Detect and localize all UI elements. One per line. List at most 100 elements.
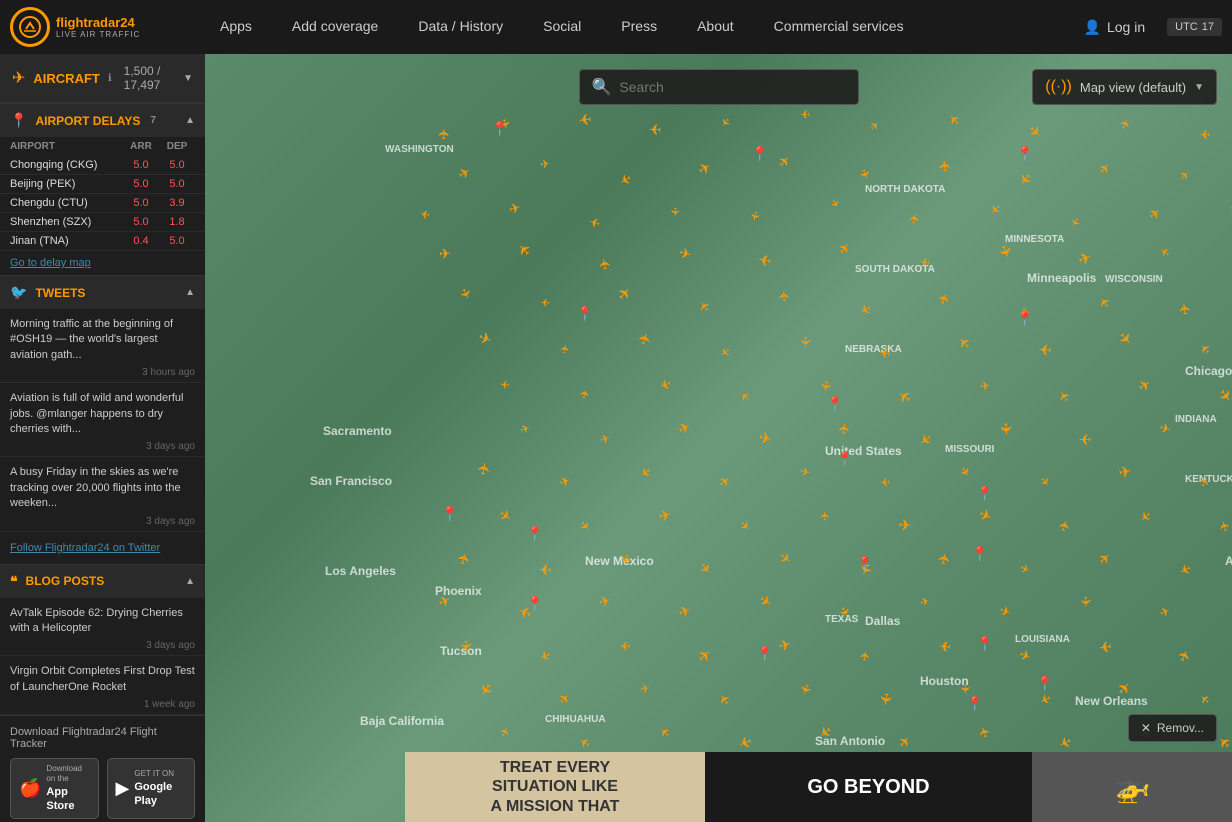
aircraft-label: AIRCRAFT [33,71,99,86]
login-label: Log in [1107,19,1145,35]
follow-twitter-link[interactable]: Follow Flightradar24 on Twitter [10,542,160,554]
aircraft-count: 1,500 / 17,497 [124,64,175,92]
delay-row[interactable]: Beijing (PEK) 5.0 5.0 [0,175,205,194]
user-icon: 👤 [1084,19,1101,36]
delay-row[interactable]: Jinan (TNA) 0.4 5.0 [0,232,205,251]
nav-social[interactable]: Social [523,0,601,54]
aircraft-info-icon: ℹ [108,73,112,84]
tweets-section: Morning traffic at the beginning of #OSH… [0,309,205,564]
map-search-container: 🔍 [579,69,859,105]
nav-about[interactable]: About [677,0,754,54]
blog-title[interactable]: Virgin Orbit Completes First Drop Test o… [10,664,195,695]
brand-name: flightradar24 [56,15,140,31]
google-play-name: Google Play [134,780,186,809]
app-store-name: App Store [46,785,89,814]
main-nav: Apps Add coverage Data / History Social … [200,0,1072,54]
logo[interactable]: flightradar24 LIVE AIR TRAFFIC [0,0,200,54]
search-box[interactable]: 🔍 [579,69,859,105]
twitter-icon: 🐦 [10,284,27,301]
app-store-text: Download on the App Store [46,764,89,813]
nav-commercial[interactable]: Commercial services [754,0,924,54]
delay-row[interactable]: Chongqing (CKG) 5.0 5.0 [0,156,205,175]
sidebar: ✈ AIRCRAFT ℹ 1,500 / 17,497 ▼ 📍 AIRPORT … [0,54,205,822]
search-input[interactable] [619,79,845,95]
aircraft-section-header[interactable]: ✈ AIRCRAFT ℹ 1,500 / 17,497 ▼ [0,54,205,103]
nav-add-coverage[interactable]: Add coverage [272,0,398,54]
remove-button[interactable]: ✕ Remov... [1128,714,1217,742]
tweet-time: 3 days ago [10,441,195,452]
arr-delay: 5.0 [123,216,159,228]
arr-delay: 0.4 [123,235,159,247]
tweets-label: TWEETS [35,286,85,300]
delay-row[interactable]: Shenzhen (SZX) 5.0 1.8 [0,213,205,232]
arr-delay: 5.0 [123,178,159,190]
blog-posts-header[interactable]: ❝ BLOG POSTS ▲ [0,564,205,598]
airport-delays-header[interactable]: 📍 AIRPORT DELAYS 7 ▲ [0,103,205,137]
blog-posts-label: BLOG POSTS [26,574,105,588]
airport-name: Beijing (PEK) [10,178,123,190]
delay-map-link[interactable]: Go to delay map [10,257,91,269]
header: flightradar24 LIVE AIR TRAFFIC Apps Add … [0,0,1232,54]
logo-text-block: flightradar24 LIVE AIR TRAFFIC [56,15,140,40]
delay-table: AIRPORT ARR DEP Chongqing (CKG) 5.0 5.0 … [0,137,205,275]
tweet-text: A busy Friday in the skies as we're trac… [10,465,195,511]
google-play-get: GET IT ON [134,769,186,779]
ad-text-section: TREAT EVERYSITUATION LIKEA MISSION THAT [405,752,705,822]
app-store-button[interactable]: 🍎 Download on the App Store [10,758,99,819]
tweet-item[interactable]: A busy Friday in the skies as we're trac… [0,457,205,531]
tweet-item[interactable]: Aviation is full of wild and wonderful j… [0,383,205,457]
ad-content: TREAT EVERYSITUATION LIKEA MISSION THAT … [405,752,1232,822]
quote-icon: ❝ [10,573,18,590]
map-background [205,54,1232,822]
map-view-chevron-icon: ▼ [1194,82,1204,93]
nav-press[interactable]: Press [601,0,677,54]
tweets-header[interactable]: 🐦 TWEETS ▲ [0,275,205,309]
radio-icon: ((·)) [1045,78,1072,96]
tweet-text: Morning traffic at the beginning of #OSH… [10,317,195,363]
tweet-time: 3 hours ago [10,367,195,378]
follow-link[interactable]: Follow Flightradar24 on Twitter [0,532,205,564]
blog-time: 1 week ago [10,699,195,710]
dep-delay: 5.0 [159,178,195,190]
airport-delays-label: AIRPORT DELAYS [35,114,140,128]
ad-image: 🚁 [1032,752,1232,822]
tweet-item[interactable]: Morning traffic at the beginning of #OSH… [0,309,205,383]
google-play-button[interactable]: ▶ GET IT ON Google Play [107,758,196,819]
ad-logo-section: GO BEYOND [705,752,1032,822]
map-view-label: Map view (default) [1080,80,1186,95]
arr-delay: 5.0 [123,159,159,171]
delay-link[interactable]: Go to delay map [0,251,205,275]
blog-posts-chevron-icon: ▲ [185,576,195,587]
tweets-chevron-icon: ▲ [185,287,195,298]
download-section: Download Flightradar24 Flight Tracker 🍎 … [0,715,205,822]
login-button[interactable]: 👤 Log in [1072,13,1158,42]
map-view-button[interactable]: ((·)) Map view (default) ▼ [1032,69,1217,105]
tweet-text: Aviation is full of wild and wonderful j… [10,391,195,437]
delay-row[interactable]: Chengdu (CTU) 5.0 3.9 [0,194,205,213]
utc-badge: UTC 17 [1167,18,1222,36]
brand-tagline: LIVE AIR TRAFFIC [56,30,140,39]
col-dep: DEP [159,141,195,152]
arr-delay: 5.0 [123,197,159,209]
blog-section: AvTalk Episode 62: Drying Cherries with … [0,598,205,716]
airport-name: Shenzhen (SZX) [10,216,123,228]
blog-item[interactable]: AvTalk Episode 62: Drying Cherries with … [0,598,205,657]
blog-item[interactable]: Virgin Orbit Completes First Drop Test o… [0,656,205,715]
nav-right: 👤 Log in UTC 17 [1072,13,1232,42]
download-title: Download Flightradar24 Flight Tracker [10,726,195,750]
map[interactable]: NORTH DAKOTAMINNESOTASOUTH DAKOTANEBRASK… [205,54,1232,822]
apple-icon: 🍎 [19,778,41,799]
nav-data-history[interactable]: Data / History [398,0,523,54]
utc-time: 17 [1202,21,1214,33]
nav-apps[interactable]: Apps [200,0,272,54]
tweet-time: 3 days ago [10,516,195,527]
remove-label: Remov... [1157,721,1204,735]
ad-banner: TREAT EVERYSITUATION LIKEA MISSION THAT … [405,752,1232,822]
logo-circle [10,7,50,47]
col-airport: AIRPORT [10,141,123,152]
dep-delay: 1.8 [159,216,195,228]
blog-title[interactable]: AvTalk Episode 62: Drying Cherries with … [10,606,195,637]
blog-time: 3 days ago [10,640,195,651]
aircraft-chevron-icon: ▼ [183,73,193,84]
airport-delays-chevron-icon: ▲ [185,115,195,126]
